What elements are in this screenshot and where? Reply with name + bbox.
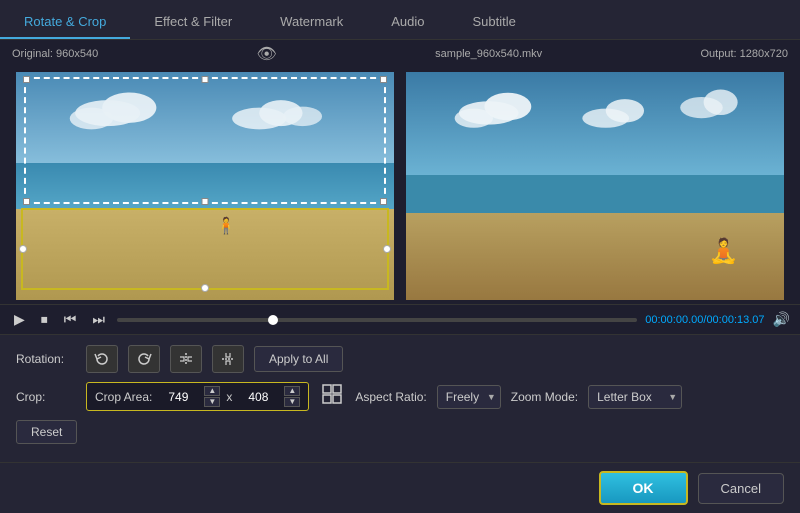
dimension-separator: x [226,390,232,404]
main-content: Original: 960x540 👁 sample_960x540.mkv O… [0,40,800,513]
crop-height-input[interactable] [238,390,278,404]
height-up-button[interactable]: ▲ [284,386,300,396]
current-time-display: 00:00:00.00/00:00:13.07 [645,314,764,326]
eye-toggle[interactable]: 👁 [257,44,277,64]
reset-button[interactable]: Reset [16,420,77,444]
center-crop-button[interactable] [319,381,345,412]
tab-bar: Rotate & Crop Effect & Filter Watermark … [0,0,800,40]
left-preview-panel: 🧍 [16,72,394,300]
right-preview-panel: 🧘 [406,72,784,300]
rotation-label: Rotation: [16,352,76,366]
aspect-ratio-wrapper: Freely 16:9 4:3 1:1 [437,385,501,409]
crop-width-input[interactable] [158,390,198,404]
controls-panel: Rotation: [0,334,800,462]
width-spinner: ▲ ▼ [204,386,220,407]
timeline-bar: ▶ ⏹ ⏮ ⏭ 00:00:00.00/00:00:13.07 🔊 [0,304,800,334]
play-button[interactable]: ▶ [10,309,29,330]
timeline-progress[interactable] [117,318,637,322]
tab-subtitle[interactable]: Subtitle [449,6,540,39]
reset-row: Reset [16,420,784,444]
cancel-button[interactable]: Cancel [698,473,784,504]
tab-watermark[interactable]: Watermark [256,6,367,39]
rotate-cw-button[interactable] [128,345,160,373]
rotate-ccw-button[interactable] [86,345,118,373]
output-size-label: Output: 1280x720 [701,48,788,60]
preview-info-bar: Original: 960x540 👁 sample_960x540.mkv O… [0,40,800,68]
tab-effect-filter[interactable]: Effect & Filter [130,6,256,39]
height-down-button[interactable]: ▼ [284,397,300,407]
next-frame-button[interactable]: ⏭ [88,309,109,330]
zoom-mode-select[interactable]: Letter Box Pan & Scan Full [588,385,682,409]
zoom-mode-wrapper: Letter Box Pan & Scan Full [588,385,682,409]
aspect-ratio-select[interactable]: Freely 16:9 4:3 1:1 [437,385,501,409]
ok-button[interactable]: OK [599,471,688,505]
aspect-ratio-label: Aspect Ratio: [355,390,426,404]
prev-frame-button[interactable]: ⏮ [60,309,81,330]
flip-vertical-button[interactable] [212,345,244,373]
height-spinner: ▲ ▼ [284,386,300,407]
filename-label: sample_960x540.mkv [435,48,542,60]
apply-to-all-button[interactable]: Apply to All [254,346,343,372]
width-down-button[interactable]: ▼ [204,397,220,407]
zoom-mode-label: Zoom Mode: [511,390,578,404]
crop-area-container: Crop Area: ▲ ▼ x ▲ ▼ [86,382,309,411]
action-row: OK Cancel [0,462,800,513]
stop-button[interactable]: ⏹ [37,309,52,330]
rotation-row: Rotation: [16,345,784,373]
volume-icon[interactable]: 🔊 [773,311,790,328]
width-up-button[interactable]: ▲ [204,386,220,396]
tab-rotate-crop[interactable]: Rotate & Crop [0,6,130,39]
original-size-label: Original: 960x540 [12,48,98,60]
crop-area-text-label: Crop Area: [95,390,152,404]
crop-row: Crop: Crop Area: ▲ ▼ x ▲ ▼ [16,381,784,412]
timeline-playhead [268,315,278,325]
crop-label: Crop: [16,390,76,404]
flip-horizontal-button[interactable] [170,345,202,373]
preview-panels: 🧍 [0,68,800,304]
tab-audio[interactable]: Audio [367,6,448,39]
